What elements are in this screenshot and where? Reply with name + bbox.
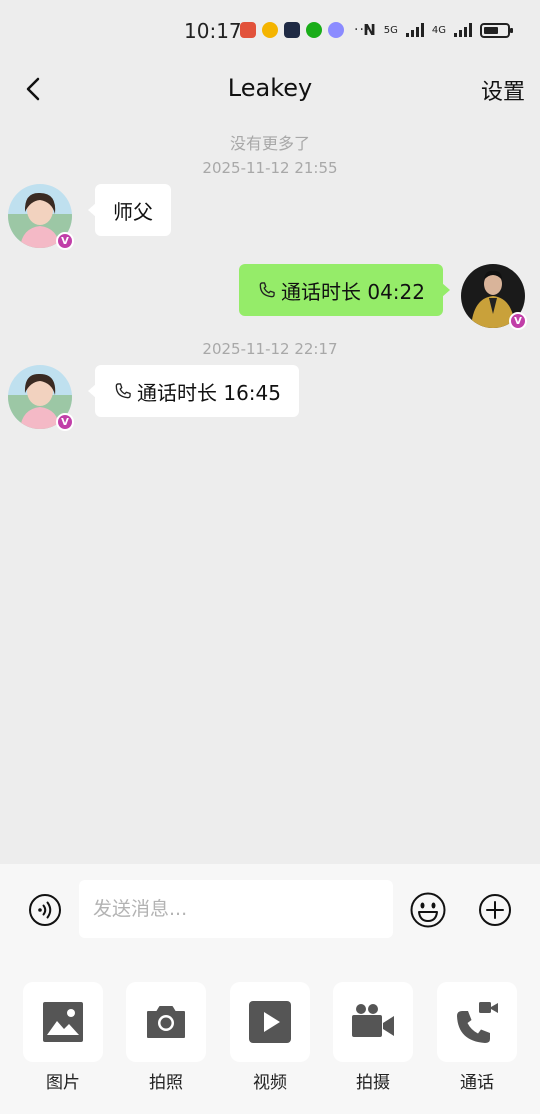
settings-button[interactable]: 设置 [481, 74, 525, 106]
contact-avatar[interactable]: V [8, 184, 74, 250]
vip-badge: V [56, 413, 74, 431]
tool-camera[interactable]: 拍照 [126, 982, 206, 1093]
chat-header: Leakey 设置 [0, 62, 540, 114]
notification-icons: ··· [240, 22, 370, 38]
tool-label: 拍照 [149, 1073, 183, 1093]
app-notification-icon [284, 22, 300, 38]
message-bubble[interactable]: 师父 [88, 184, 171, 236]
phone-icon [259, 282, 275, 298]
wechat-icon [306, 22, 322, 38]
vip-badge: V [56, 232, 74, 250]
no-more-history-label: 没有更多了 [229, 134, 310, 153]
voice-input-icon[interactable] [28, 893, 62, 927]
message-bubble[interactable]: 通话时长 16:45 [88, 365, 299, 417]
plus-icon[interactable] [478, 893, 512, 927]
weibo-icon [262, 22, 278, 38]
self-avatar[interactable]: V [461, 264, 527, 330]
tool-label: 视频 [253, 1073, 287, 1093]
tool-label: 拍摄 [356, 1073, 390, 1093]
input-panel: 图片 拍照 视频 [0, 864, 540, 1114]
system-icons: N 5G 4G [363, 21, 513, 39]
app-notification-icon [328, 22, 344, 38]
message-text: 师父 [113, 199, 153, 224]
message-text: 通话时长 04:22 [281, 279, 425, 304]
tool-label: 图片 [46, 1073, 80, 1093]
status-bar: 10:17 ··· N 5G 4G [0, 0, 540, 62]
tool-image[interactable]: 图片 [23, 982, 103, 1093]
message-timestamp: 2025-11-12 21:55 [202, 159, 338, 177]
network-type-label: 4G [431, 24, 446, 36]
contact-name: Leakey [227, 74, 313, 102]
contact-avatar[interactable]: V [8, 365, 74, 431]
video-play-icon [249, 1001, 291, 1043]
signal-icon [454, 23, 472, 37]
camera-icon [147, 1006, 185, 1038]
tool-image-button[interactable] [23, 982, 103, 1062]
tool-record[interactable]: 拍摄 [333, 982, 413, 1093]
vip-badge: V [509, 312, 527, 330]
network-type-label: 5G [383, 24, 398, 36]
tool-video-button[interactable] [230, 982, 310, 1062]
message-bubble[interactable]: 通话时长 04:22 [239, 264, 450, 316]
message-text: 通话时长 16:45 [137, 380, 281, 405]
phone-icon [115, 383, 131, 399]
signal-icon [405, 23, 424, 37]
nfc-icon: N [363, 21, 376, 39]
message-input[interactable] [79, 880, 393, 938]
battery-icon [480, 22, 513, 38]
video-camera-icon [352, 1004, 394, 1037]
tool-record-button[interactable] [333, 982, 413, 1062]
video-call-icon [457, 1002, 498, 1043]
tool-call-button[interactable] [437, 982, 517, 1062]
app-notification-icon [240, 22, 256, 38]
message-timestamp: 2025-11-12 22:17 [202, 340, 338, 358]
emoji-icon[interactable] [409, 891, 447, 929]
image-icon [43, 1002, 83, 1042]
tool-camera-button[interactable] [126, 982, 206, 1062]
tool-video[interactable]: 视频 [230, 982, 310, 1093]
tool-call[interactable]: 通话 [437, 982, 517, 1093]
tool-label: 通话 [460, 1073, 494, 1093]
status-time: 10:17 [184, 19, 242, 43]
